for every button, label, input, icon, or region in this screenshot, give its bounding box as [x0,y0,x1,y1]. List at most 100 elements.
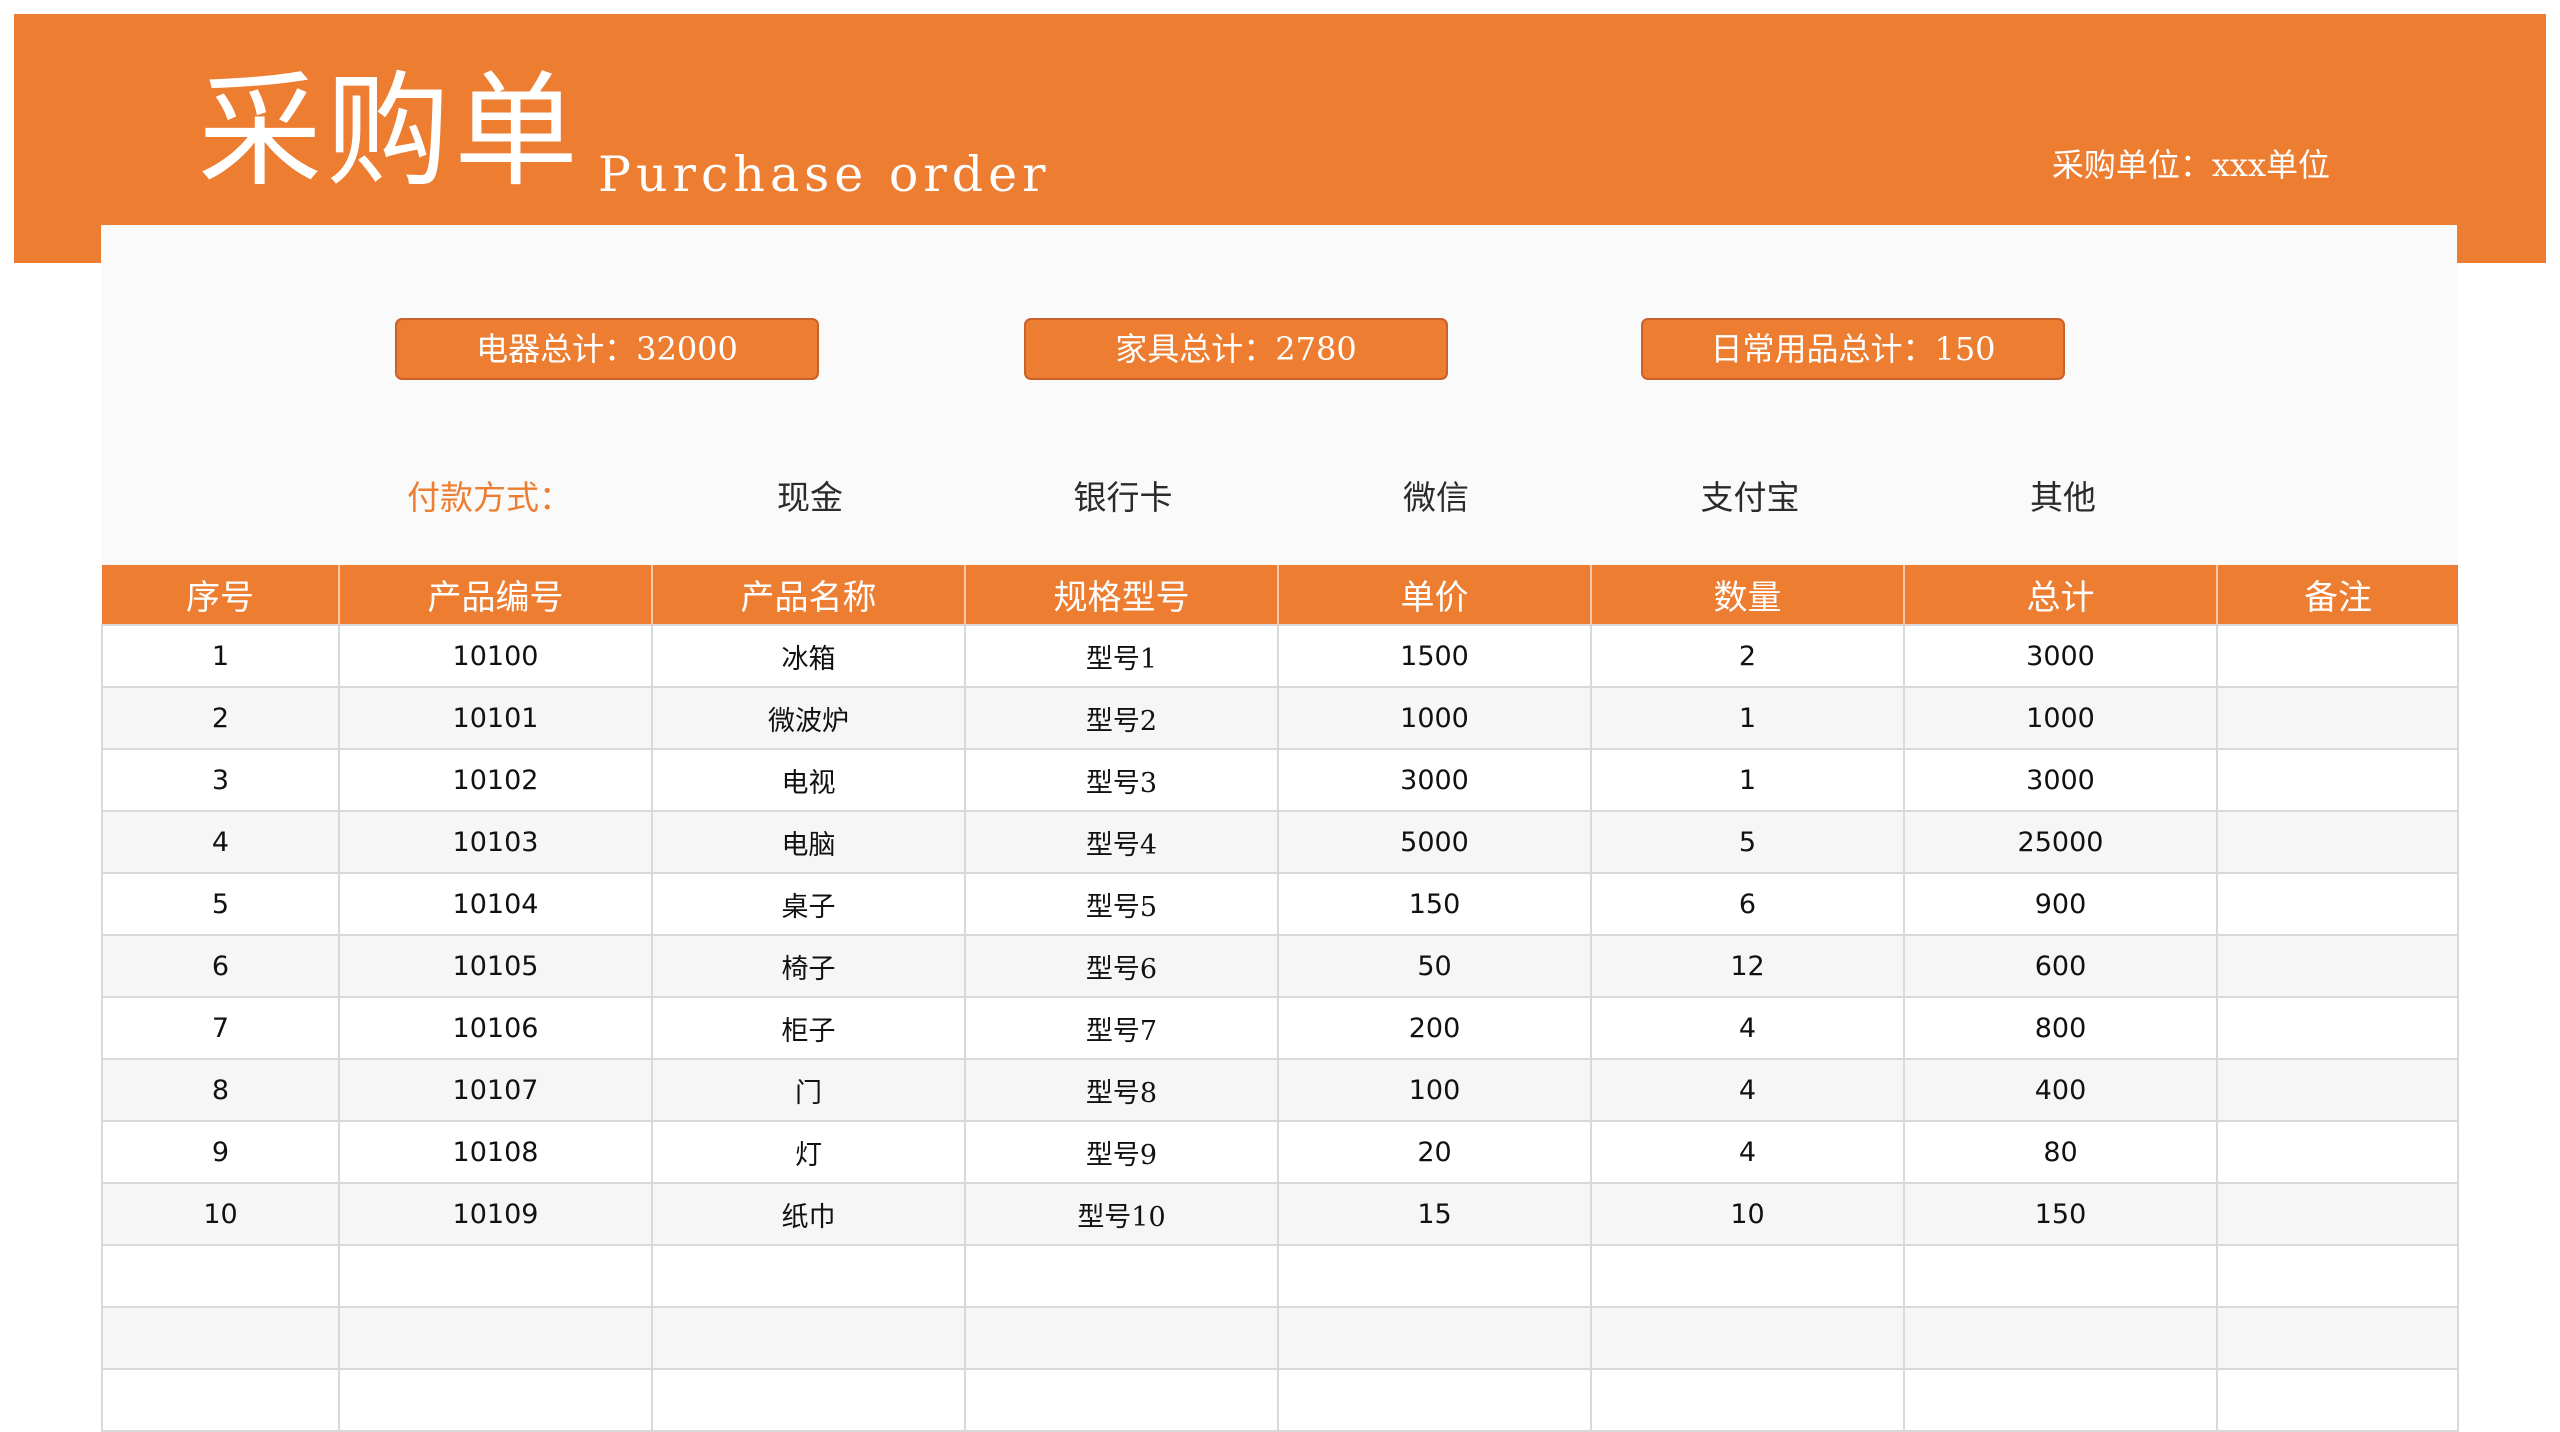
payment-option-wechat[interactable]: 微信 [1336,473,1536,523]
cell-notes[interactable] [2216,1244,2459,1308]
cell-product-name[interactable]: 电视 [651,748,966,812]
cell-total[interactable] [1903,1368,2218,1432]
cell-product-code[interactable]: 10103 [338,810,653,874]
cell-quantity[interactable]: 2 [1590,624,1905,688]
cell-index[interactable] [101,1306,340,1370]
payment-option-other[interactable]: 其他 [1963,473,2163,523]
cell-product-code[interactable]: 10108 [338,1120,653,1184]
cell-model[interactable]: 型号7 [964,996,1279,1060]
cell-model[interactable]: 型号8 [964,1058,1279,1122]
cell-product-code[interactable]: 10104 [338,872,653,936]
cell-product-name[interactable] [651,1244,966,1308]
cell-product-code[interactable] [338,1368,653,1432]
cell-product-name[interactable]: 灯 [651,1120,966,1184]
cell-total[interactable]: 150 [1903,1182,2218,1246]
cell-model[interactable]: 型号4 [964,810,1279,874]
cell-index[interactable]: 5 [101,872,340,936]
cell-model[interactable]: 型号2 [964,686,1279,750]
cell-unit-price[interactable] [1277,1306,1592,1370]
cell-model[interactable] [964,1368,1279,1432]
cell-product-name[interactable]: 桌子 [651,872,966,936]
cell-quantity[interactable]: 4 [1590,996,1905,1060]
cell-product-code[interactable]: 10106 [338,996,653,1060]
cell-model[interactable]: 型号6 [964,934,1279,998]
cell-model[interactable]: 型号10 [964,1182,1279,1246]
cell-product-code[interactable]: 10101 [338,686,653,750]
cell-notes[interactable] [2216,1120,2459,1184]
cell-unit-price[interactable]: 50 [1277,934,1592,998]
cell-index[interactable]: 9 [101,1120,340,1184]
cell-index[interactable] [101,1368,340,1432]
cell-model[interactable] [964,1306,1279,1370]
cell-index[interactable]: 6 [101,934,340,998]
cell-product-name[interactable] [651,1368,966,1432]
cell-index[interactable]: 7 [101,996,340,1060]
cell-product-name[interactable]: 柜子 [651,996,966,1060]
cell-quantity[interactable]: 10 [1590,1182,1905,1246]
cell-quantity[interactable]: 1 [1590,686,1905,750]
cell-total[interactable]: 400 [1903,1058,2218,1122]
cell-unit-price[interactable]: 100 [1277,1058,1592,1122]
cell-notes[interactable] [2216,1182,2459,1246]
cell-quantity[interactable]: 6 [1590,872,1905,936]
cell-product-code[interactable] [338,1306,653,1370]
cell-unit-price[interactable]: 15 [1277,1182,1592,1246]
cell-model[interactable]: 型号9 [964,1120,1279,1184]
cell-index[interactable]: 4 [101,810,340,874]
cell-quantity[interactable] [1590,1368,1905,1432]
cell-model[interactable]: 型号3 [964,748,1279,812]
cell-quantity[interactable]: 4 [1590,1120,1905,1184]
cell-total[interactable] [1903,1306,2218,1370]
payment-option-cash[interactable]: 现金 [710,473,910,523]
cell-unit-price[interactable]: 1500 [1277,624,1592,688]
cell-model[interactable] [964,1244,1279,1308]
cell-product-code[interactable]: 10105 [338,934,653,998]
cell-unit-price[interactable] [1277,1368,1592,1432]
cell-quantity[interactable] [1590,1306,1905,1370]
cell-notes[interactable] [2216,1368,2459,1432]
cell-product-name[interactable]: 椅子 [651,934,966,998]
cell-unit-price[interactable] [1277,1244,1592,1308]
cell-notes[interactable] [2216,624,2459,688]
cell-product-name[interactable]: 门 [651,1058,966,1122]
cell-product-name[interactable] [651,1306,966,1370]
cell-total[interactable]: 25000 [1903,810,2218,874]
cell-total[interactable]: 80 [1903,1120,2218,1184]
cell-total[interactable]: 900 [1903,872,2218,936]
cell-quantity[interactable]: 4 [1590,1058,1905,1122]
cell-product-code[interactable]: 10100 [338,624,653,688]
payment-option-bank-card[interactable]: 银行卡 [1023,473,1223,523]
cell-unit-price[interactable]: 200 [1277,996,1592,1060]
cell-notes[interactable] [2216,748,2459,812]
cell-notes[interactable] [2216,1306,2459,1370]
cell-notes[interactable] [2216,810,2459,874]
cell-index[interactable]: 2 [101,686,340,750]
payment-option-alipay[interactable]: 支付宝 [1650,473,1850,523]
cell-total[interactable]: 800 [1903,996,2218,1060]
cell-total[interactable]: 3000 [1903,748,2218,812]
cell-index[interactable]: 1 [101,624,340,688]
cell-total[interactable] [1903,1244,2218,1308]
cell-product-name[interactable]: 微波炉 [651,686,966,750]
cell-total[interactable]: 1000 [1903,686,2218,750]
cell-notes[interactable] [2216,872,2459,936]
cell-unit-price[interactable]: 150 [1277,872,1592,936]
cell-notes[interactable] [2216,934,2459,998]
cell-index[interactable] [101,1244,340,1308]
cell-product-name[interactable]: 纸巾 [651,1182,966,1246]
cell-product-code[interactable] [338,1244,653,1308]
cell-quantity[interactable]: 1 [1590,748,1905,812]
cell-index[interactable]: 10 [101,1182,340,1246]
cell-product-code[interactable]: 10102 [338,748,653,812]
cell-product-code[interactable]: 10107 [338,1058,653,1122]
cell-model[interactable]: 型号5 [964,872,1279,936]
cell-model[interactable]: 型号1 [964,624,1279,688]
cell-total[interactable]: 600 [1903,934,2218,998]
cell-product-code[interactable]: 10109 [338,1182,653,1246]
cell-total[interactable]: 3000 [1903,624,2218,688]
cell-index[interactable]: 8 [101,1058,340,1122]
cell-index[interactable]: 3 [101,748,340,812]
cell-notes[interactable] [2216,1058,2459,1122]
cell-unit-price[interactable]: 1000 [1277,686,1592,750]
cell-notes[interactable] [2216,686,2459,750]
